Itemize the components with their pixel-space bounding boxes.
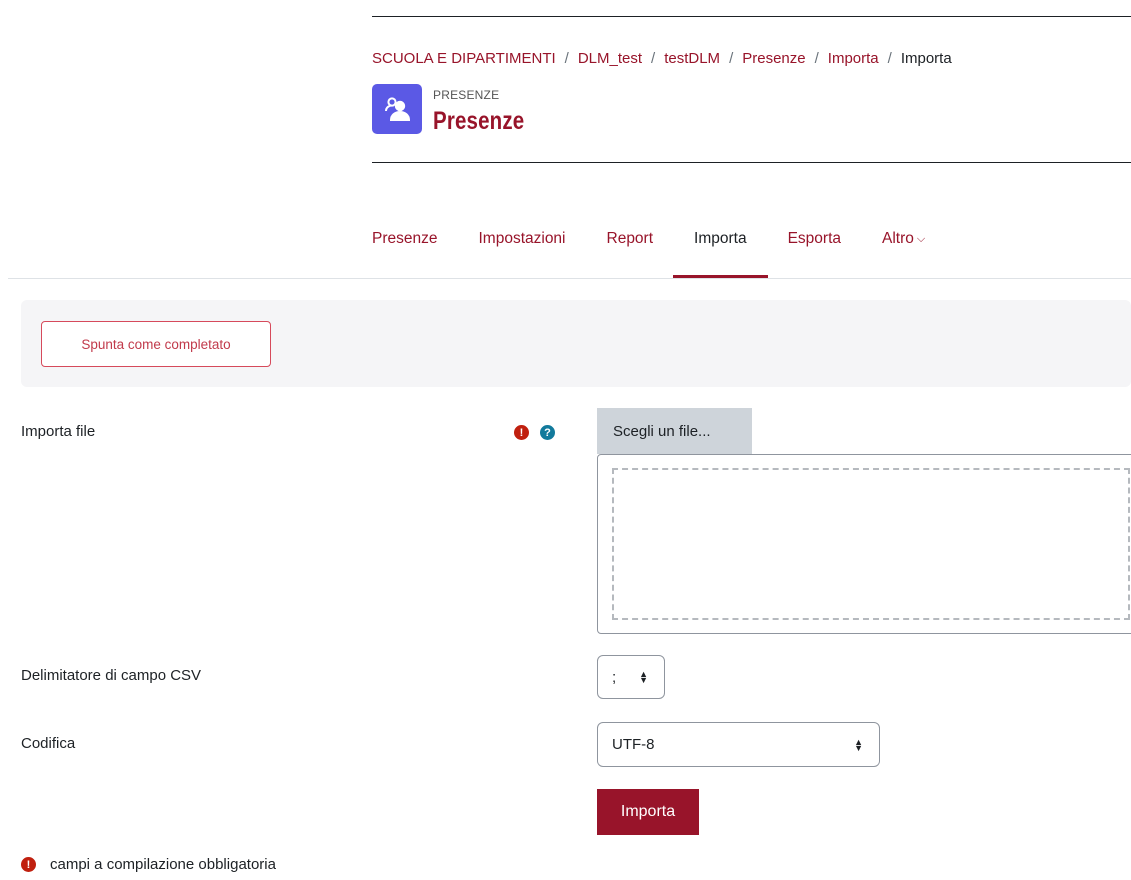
encoding-select[interactable]: UTF-8 ▲ ▼ [597,722,880,767]
breadcrumb-item-current: Importa [900,50,952,67]
breadcrumb-item-school[interactable]: SCUOLA E DIPARTIMENTI [372,50,556,67]
page-title: Presenze [433,107,525,135]
required-icon: ! [514,425,529,440]
header-top-rule [372,16,1131,17]
required-icon: ! [21,857,36,872]
encoding-value: UTF-8 [612,736,655,753]
choose-file-button[interactable]: Scegli un file... [597,408,752,454]
import-file-label: Importa file [21,423,96,440]
import-file-icons: ! ? [514,425,555,440]
breadcrumb-separator: / [729,50,734,67]
chevron-down-icon: ⌵ [916,233,926,245]
encoding-label: Codifica [21,735,76,752]
breadcrumb-separator: / [887,50,892,67]
select-arrows-icon: ▲ ▼ [854,736,863,753]
activity-completion-bar: Spunta come completato [21,300,1131,387]
required-fields-note: ! campi a compilazione obbligatoria [21,856,276,873]
tab-presenze[interactable]: Presenze [372,227,437,279]
csv-delimiter-value: ; [612,668,617,686]
tab-report[interactable]: Report [607,227,654,279]
secondary-navigation: Presenze Impostazioni Report Importa Esp… [372,227,966,279]
attendance-icon [372,84,422,134]
breadcrumb-separator: / [651,50,656,67]
select-arrows-icon: ▲ ▼ [639,669,648,685]
tab-impostazioni[interactable]: Impostazioni [478,227,565,279]
csv-delimiter-label: Delimitatore di campo CSV [21,667,202,684]
tab-altro[interactable]: Altro ⌵ [882,227,925,279]
file-dropzone[interactable] [597,454,1131,634]
breadcrumb-item-course[interactable]: testDLM [664,50,720,67]
breadcrumb-item-category[interactable]: DLM_test [578,50,642,67]
module-kind-label: PRESENZE [433,88,500,102]
tab-esporta[interactable]: Esporta [788,227,841,279]
tab-importa[interactable]: Importa [673,227,767,279]
csv-delimiter-select[interactable]: ; ▲ ▼ [597,655,665,699]
required-note-text: campi a compilazione obbligatoria [50,856,276,873]
tab-altro-label: Altro [882,230,914,247]
breadcrumb-separator: / [564,50,569,67]
mark-complete-button[interactable]: Spunta come completato [41,321,271,367]
nav-divider [8,278,1131,279]
breadcrumb-item-activity[interactable]: Presenze [742,50,805,67]
header-text: PRESENZE Presenze [433,84,544,136]
import-submit-button[interactable]: Importa [597,789,699,835]
breadcrumb-separator: / [814,50,819,67]
breadcrumb-item-import[interactable]: Importa [828,50,879,67]
dropzone-dashed-area [612,468,1130,620]
page-header: PRESENZE Presenze [372,84,544,136]
breadcrumb: SCUOLA E DIPARTIMENTI / DLM_test / testD… [372,50,952,67]
header-bottom-rule [372,162,1131,163]
help-icon[interactable]: ? [540,425,555,440]
